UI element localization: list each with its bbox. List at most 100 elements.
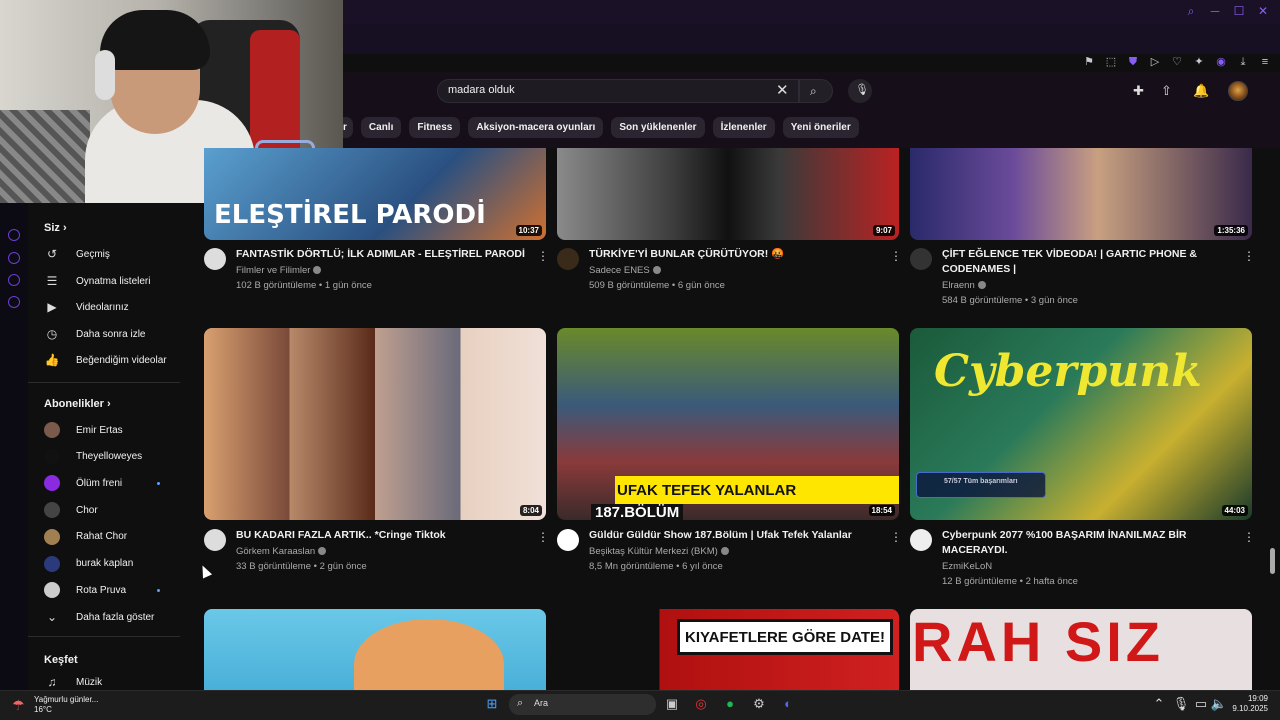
download-icon[interactable]: ⤓ [1236, 55, 1250, 69]
steam-icon[interactable]: ⚙ [750, 695, 768, 713]
weather-widget[interactable]: ☂ Yağmurlu günler... 16°C [12, 695, 98, 715]
sidebar-show-more[interactable]: ⌄ Daha fazla göster [44, 607, 184, 627]
video-channel[interactable]: Sadece ENES [589, 265, 661, 276]
video-thumbnail[interactable] [204, 609, 546, 690]
discord-icon[interactable]: ◐ [779, 695, 797, 713]
video-channel[interactable]: Elraenn [942, 280, 986, 291]
channel-avatar[interactable] [204, 248, 226, 270]
channel-avatar[interactable] [557, 248, 579, 270]
sidebar-subscription-item[interactable]: burak kaplan [44, 554, 184, 574]
start-icon[interactable]: ⊞ [483, 695, 501, 713]
video-thumbnail[interactable]: KIYAFETLERE GÖRE DATE! [557, 609, 899, 690]
more-actions-icon[interactable]: ⋮ [537, 250, 549, 262]
video-thumbnail[interactable]: 1:35:36 [910, 148, 1252, 240]
thumbnail-caption: Cyberpunk [934, 346, 1202, 397]
heart-icon[interactable]: ♡ [1170, 55, 1184, 69]
more-actions-icon[interactable]: ⋮ [890, 531, 902, 543]
profile-icon[interactable]: ◉ [1214, 55, 1228, 69]
video-title[interactable]: FANTASTİK DÖRTLÜ; İLK ADIMLAR - ELEŞTİRE… [236, 247, 526, 262]
more-actions-icon[interactable]: ⋮ [890, 250, 902, 262]
sidebar-subscription-item[interactable]: Chor [44, 500, 184, 520]
sidebar-you-title[interactable]: Siz › [44, 222, 67, 234]
chip-recently-uploaded[interactable]: Son yüklenenler [611, 117, 705, 138]
search-button[interactable]: ⌕ [799, 79, 833, 103]
sidebar-subscriptions-title[interactable]: Abonelikler › [44, 398, 111, 410]
volume-icon[interactable]: 🔈 [1210, 695, 1228, 713]
video-title[interactable]: BU KADARI FAZLA ARTIK.. *Cringe Tiktok [236, 528, 526, 543]
microphone-tray-icon[interactable]: 🎙 [1172, 695, 1190, 713]
video-channel[interactable]: EzmiKeLoN [942, 561, 992, 572]
minimize-icon[interactable]: ─ [1208, 4, 1222, 18]
account-avatar[interactable] [1228, 81, 1248, 101]
channel-avatar[interactable] [204, 529, 226, 551]
sidebar-item-playlists[interactable]: ☰ Oynatma listeleri [44, 271, 184, 291]
chip-live[interactable]: Canlı [360, 117, 402, 138]
video-thumbnail[interactable]: RAH SIZ [910, 609, 1252, 690]
chip-watched[interactable]: İzlenenler [712, 117, 775, 138]
sidebar-item-music[interactable]: ♫ Müzik [44, 672, 184, 692]
sidebar-subscription-item[interactable]: Emir Ertas [44, 420, 184, 440]
rail-icon[interactable] [8, 274, 20, 286]
chip-new-to-you[interactable]: Yeni öneriler [782, 117, 859, 138]
more-actions-icon[interactable]: ⋮ [1243, 250, 1255, 262]
voice-search-button[interactable]: 🎙 [848, 79, 872, 103]
sidebar-subscription-item[interactable]: Ölüm freni [44, 473, 184, 493]
rail-icon[interactable] [8, 229, 20, 241]
video-title[interactable]: Cyberpunk 2077 %100 BAŞARIM İNANILMAZ Bİ… [942, 528, 1232, 558]
taskbar-search[interactable]: ⌕ Ara [509, 694, 656, 715]
clear-search-icon[interactable]: ✕ [776, 83, 789, 99]
spotify-icon[interactable]: ● [721, 695, 739, 713]
sidebar-subscription-item[interactable]: Rota Pruva [44, 580, 184, 600]
sidebar-item-label: Rahat Chor [76, 531, 128, 543]
chip-fitness[interactable]: Fitness [409, 117, 461, 138]
video-thumbnail[interactable]: 9:07 [557, 148, 899, 240]
chip-partial[interactable]: r [343, 117, 353, 138]
video-thumbnail[interactable]: UFAK TEFEK YALANLAR 187.BÖLÜM 18:54 [557, 328, 899, 520]
clock[interactable]: 19:09 9.10.2025 [1232, 694, 1268, 714]
video-channel[interactable]: Filmler ve Filimler [236, 265, 322, 276]
video-title[interactable]: ÇİFT EĞLENCE TEK VİDEODA! | GARTIC PHONE… [942, 247, 1232, 277]
chip-action-adventure[interactable]: Aksiyon-macera oyunları [468, 117, 604, 138]
video-title[interactable]: TÜRKİYE'Yİ BUNLAR ÇÜRÜTÜYOR! 🤬 [589, 247, 879, 262]
video-channel[interactable]: Görkem Karaaslan [236, 546, 327, 557]
sidebar-subscription-item[interactable]: Rahat Chor [44, 527, 184, 547]
extensions-icon[interactable]: ✦ [1192, 55, 1206, 69]
verified-icon [720, 547, 729, 555]
network-icon[interactable]: ▭ [1192, 695, 1210, 713]
more-actions-icon[interactable]: ⋮ [537, 531, 549, 543]
scrollbar-thumb[interactable] [1270, 548, 1275, 574]
tray-chevron-icon[interactable]: ⌃ [1150, 695, 1168, 713]
sidebar-item-your-videos[interactable]: ▶ Videolarınız [44, 297, 184, 317]
video-thumbnail[interactable]: ELEŞTİREL PARODİ 10:37 [204, 148, 546, 240]
verified-icon [977, 281, 986, 289]
more-actions-icon[interactable]: ⋮ [1243, 531, 1255, 543]
video-meta: 8,5 Mn görüntüleme • 6 yıl önce [589, 561, 723, 572]
opera-icon[interactable]: ◎ [692, 695, 710, 713]
video-title[interactable]: Güldür Güldür Show 187.Bölüm | Ufak Tefe… [589, 528, 879, 543]
channel-avatar[interactable] [910, 529, 932, 551]
close-icon[interactable]: ✕ [1256, 4, 1270, 18]
sidebar-item-liked-videos[interactable]: 👍 Beğendiğim videolar [44, 350, 184, 370]
search-tab-icon[interactable]: ⌕ [1184, 4, 1198, 18]
sidebar-item-history[interactable]: ↺ Geçmiş [44, 244, 184, 264]
sidebar-item-watch-later[interactable]: ◷ Daha sonra izle [44, 324, 184, 344]
sidebar-subscription-item[interactable]: Theyelloweyes [44, 447, 184, 467]
channel-avatar[interactable] [557, 529, 579, 551]
rail-icon[interactable] [8, 296, 20, 308]
screenshot-icon[interactable]: ⬚ [1104, 55, 1118, 69]
bookmark-icon[interactable]: ⚑ [1082, 55, 1096, 69]
menu-icon[interactable]: ≡ [1258, 55, 1272, 69]
upload-icon[interactable]: ⇧ [1161, 83, 1172, 99]
play-icon[interactable]: ▷ [1148, 55, 1162, 69]
maximize-icon[interactable]: ☐ [1232, 4, 1246, 18]
video-thumbnail[interactable]: Cyberpunk 57/57 Tüm başarımları 44:03 [910, 328, 1252, 520]
verified-icon [318, 547, 327, 555]
notifications-icon[interactable]: 🔔 [1193, 83, 1209, 99]
channel-avatar[interactable] [910, 248, 932, 270]
shield-icon[interactable]: ⛊ [1126, 55, 1140, 69]
rail-icon[interactable] [8, 252, 20, 264]
task-view-icon[interactable]: ▣ [663, 695, 681, 713]
video-channel[interactable]: Beşiktaş Kültür Merkezi (BKM) [589, 546, 729, 557]
video-thumbnail[interactable]: 8:04 [204, 328, 546, 520]
create-icon[interactable]: ✚ [1133, 83, 1144, 99]
